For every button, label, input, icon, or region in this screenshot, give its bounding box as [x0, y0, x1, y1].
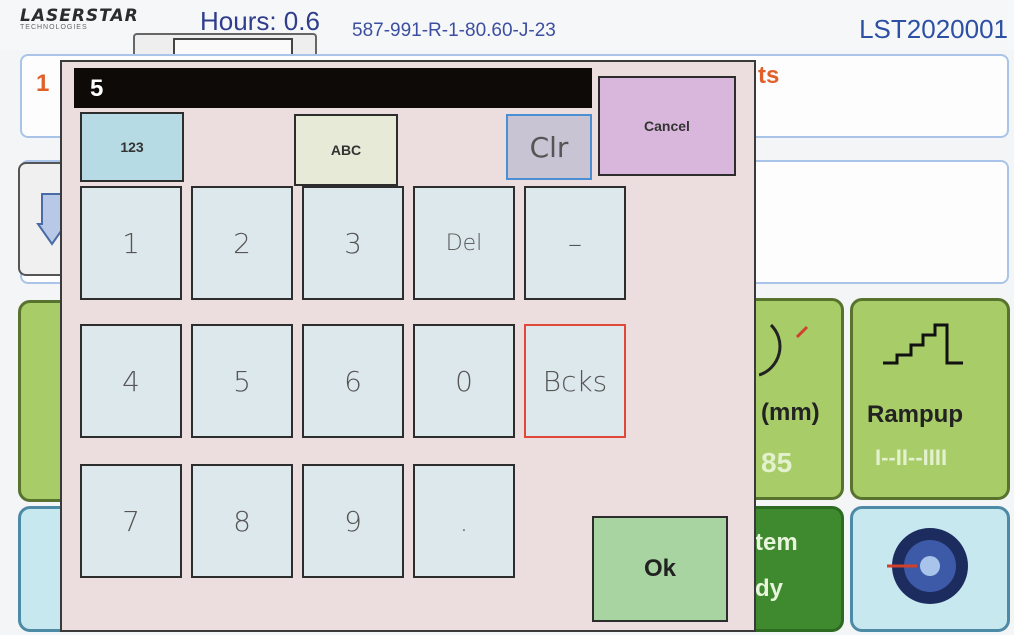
key-0[interactable]: 0	[413, 324, 515, 438]
logo-text: LASERSTAR	[20, 6, 139, 26]
mode-numeric-button[interactable]: 123	[80, 112, 184, 182]
cancel-button[interactable]: Cancel	[598, 76, 736, 176]
key-1[interactable]: 1	[80, 186, 182, 300]
job-code: 587-991-R-1-80.60-J-23	[352, 20, 556, 41]
key-3[interactable]: 3	[302, 186, 404, 300]
rampup-label: Rampup	[867, 401, 963, 428]
circle-diameter-icon	[759, 323, 809, 377]
minus-key[interactable]: –	[524, 186, 626, 300]
delete-button[interactable]: Del	[413, 186, 515, 300]
rampup-sub-label: I--II--IIII	[875, 445, 948, 470]
system-label-line2: dy	[755, 575, 784, 602]
serial-number: LST2020001	[859, 14, 1008, 44]
display-value: 5	[90, 75, 104, 102]
mm-value: 85	[761, 447, 793, 478]
ok-button[interactable]: Ok	[592, 516, 728, 622]
keypad-display: 5	[74, 68, 592, 108]
system-ready-tile[interactable]: tem dy	[742, 506, 844, 632]
ramp-steps-icon	[883, 323, 963, 365]
key-5[interactable]: 5	[191, 324, 293, 438]
key-6[interactable]: 6	[302, 324, 404, 438]
key-7[interactable]: 7	[80, 464, 182, 578]
system-label-line1: tem	[755, 529, 798, 556]
diameter-mm-tile[interactable]: (mm) 85	[742, 298, 844, 500]
backspace-button[interactable]: Bcks	[524, 324, 626, 438]
numeric-keypad-dialog: 5 123 ABC Clr Cancel 1 2 3 Del – 4 5 6 0…	[60, 60, 756, 632]
rampup-tile[interactable]: Rampup I--II--IIII	[850, 298, 1010, 500]
key-8[interactable]: 8	[191, 464, 293, 578]
decimal-point-key[interactable]: .	[413, 464, 515, 578]
mode-alpha-button[interactable]: ABC	[294, 114, 398, 186]
shutter-tile[interactable]	[850, 506, 1010, 632]
key-2[interactable]: 2	[191, 186, 293, 300]
mm-label: (mm)	[761, 399, 820, 426]
key-9[interactable]: 9	[302, 464, 404, 578]
info-panel-right-text: ts	[758, 62, 780, 89]
key-4[interactable]: 4	[80, 324, 182, 438]
clear-button[interactable]: Clr	[506, 114, 592, 180]
info-panel-left-text: 1	[36, 70, 50, 97]
camera-shutter-icon	[887, 528, 968, 604]
